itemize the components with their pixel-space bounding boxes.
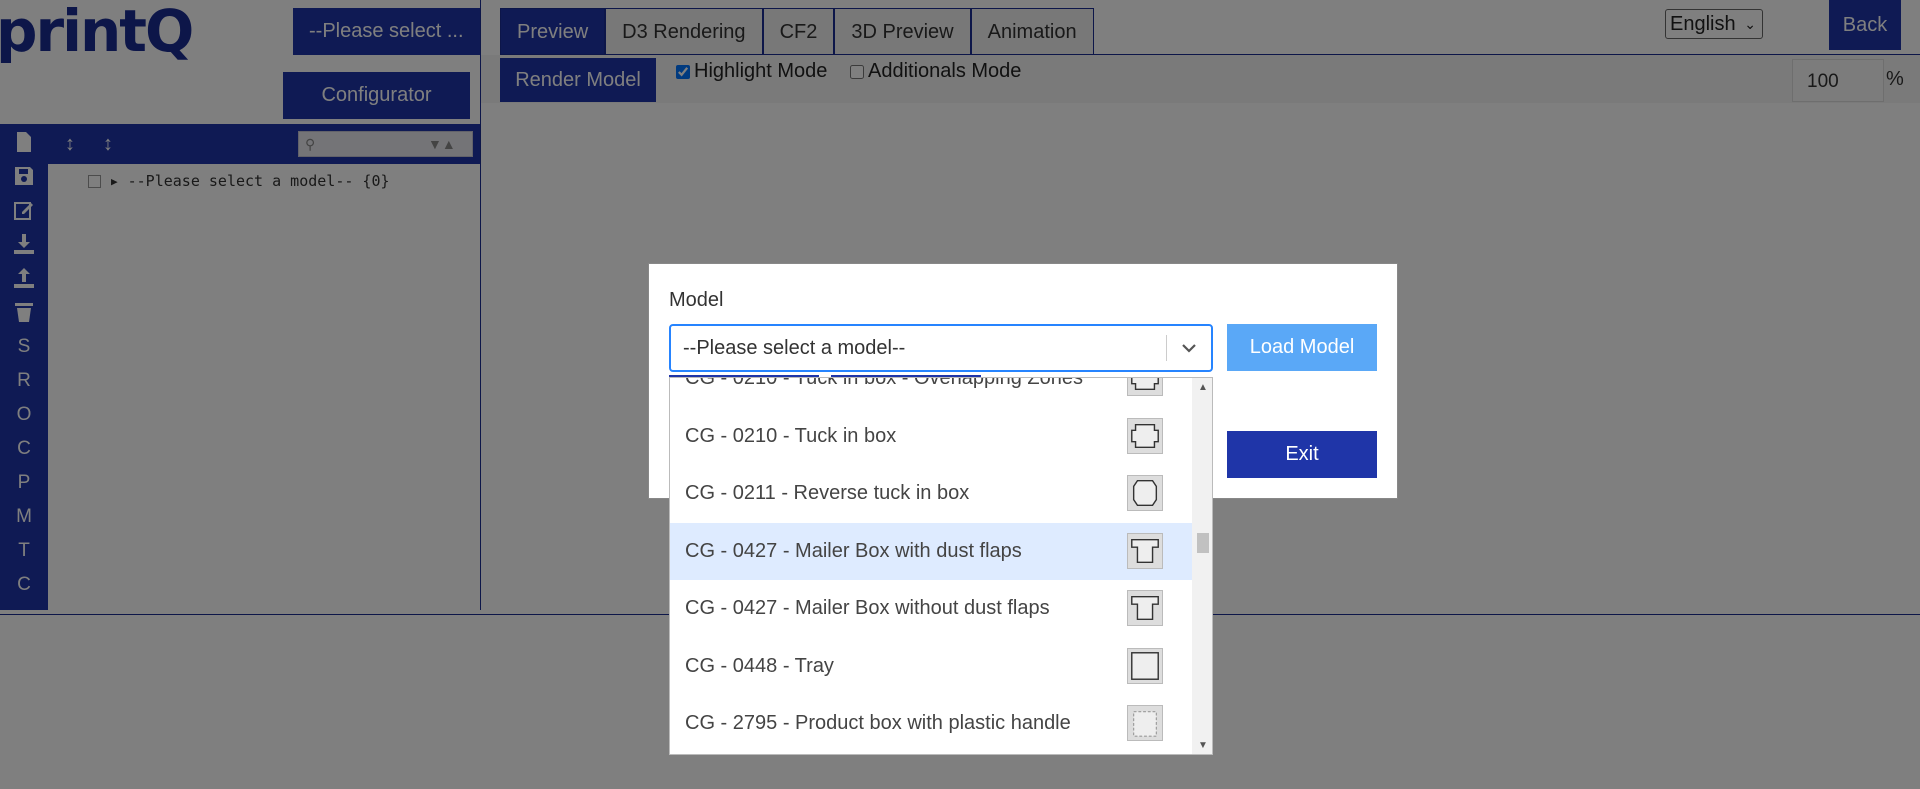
model-option[interactable]: CG - 0427 - Mailer Box with dust flaps: [670, 522, 1192, 580]
tray-icon: [1127, 647, 1163, 684]
menu-scrollbar[interactable]: ▲ ▼: [1192, 378, 1212, 754]
model-combobox[interactable]: --Please select a model--: [669, 324, 1213, 372]
model-option[interactable]: CG - 0211 - Reverse tuck in box: [670, 465, 1192, 523]
scroll-up-icon[interactable]: ▲: [1192, 380, 1212, 396]
exit-button[interactable]: Exit: [1227, 431, 1377, 478]
model-option-label: CG - 0427 - Mailer Box with dust flaps: [685, 539, 1022, 562]
tuck-box-icon: [1127, 378, 1163, 396]
tuck-box-icon: [1127, 417, 1163, 454]
model-option[interactable]: CG - 0448 - Tray: [670, 638, 1192, 696]
model-option[interactable]: CG - 2795 - Product box with plastic han…: [670, 695, 1192, 753]
model-option-label: CG - 0427 - Mailer Box without dust flap…: [685, 597, 1050, 620]
mailer-box-icon: [1127, 532, 1163, 569]
model-label: Model: [669, 289, 724, 311]
load-model-button[interactable]: Load Model: [1227, 324, 1377, 371]
scroll-down-icon[interactable]: ▼: [1192, 738, 1212, 754]
model-option[interactable]: CG - 0210 - Tuck in box: [670, 408, 1192, 466]
model-option-list: CG - 0210 - Tuck in box - Overlapping Zo…: [670, 377, 1192, 753]
mailer-box-icon: [1127, 590, 1163, 626]
model-option-label: CG - 0210 - Tuck in box - Overlapping Zo…: [685, 377, 1083, 390]
reverse-tuck-box-icon: [1127, 475, 1163, 511]
model-dropdown-menu: CG - 0210 - Tuck in box - Overlapping Zo…: [669, 377, 1213, 755]
model-option-label: CG - 0211 - Reverse tuck in box: [685, 482, 970, 505]
model-option-label: CG - 0448 - Tray: [685, 654, 834, 677]
model-option[interactable]: CG - 0210 - Tuck in box - Overlapping Zo…: [670, 377, 1192, 408]
model-option[interactable]: CG - 0427 - Mailer Box without dust flap…: [670, 580, 1192, 638]
chevron-down-icon[interactable]: [1177, 334, 1201, 362]
combobox-separator: [1166, 335, 1167, 361]
scroll-thumb[interactable]: [1197, 533, 1209, 553]
model-option-label: CG - 2795 - Product box with plastic han…: [685, 712, 1071, 735]
handle-box-icon: [1127, 705, 1163, 741]
combobox-value: --Please select a model--: [683, 337, 906, 359]
model-option-label: CG - 0210 - Tuck in box: [685, 424, 897, 447]
